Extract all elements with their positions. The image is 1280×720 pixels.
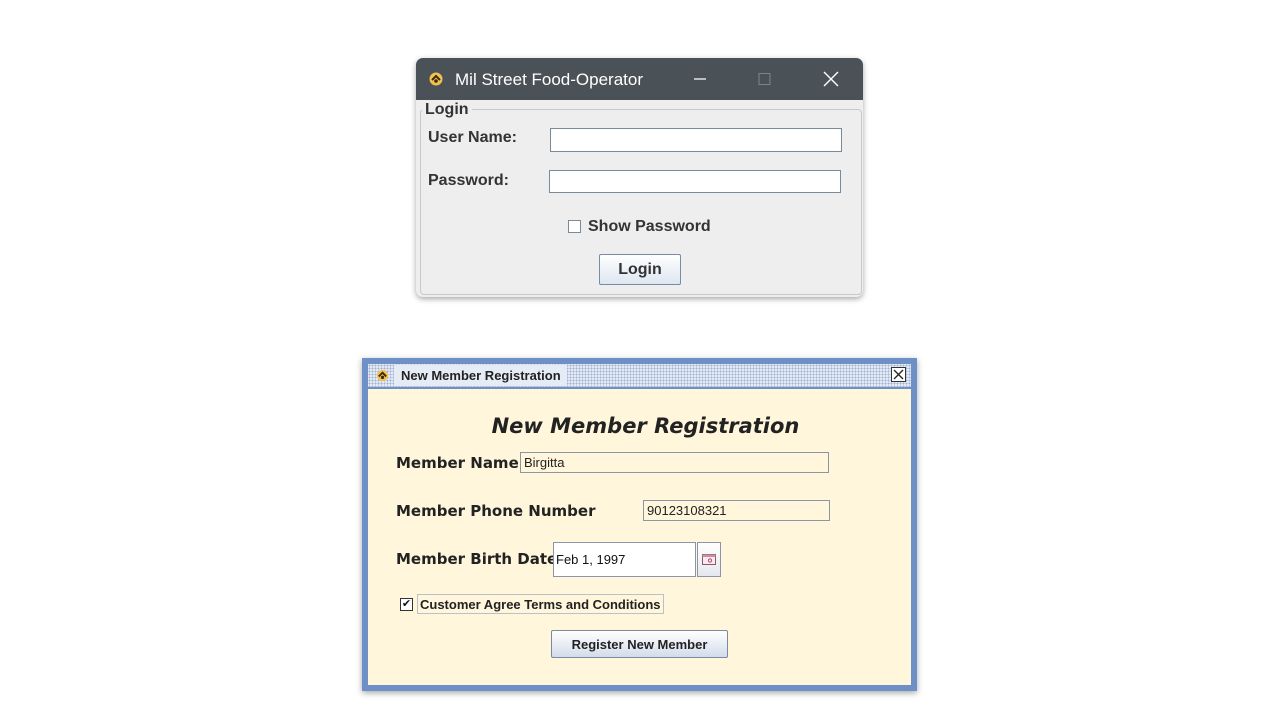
member-name-label: Member Name: [396, 454, 519, 472]
close-icon: [893, 369, 904, 380]
member-name-input[interactable]: Birgitta: [520, 452, 829, 473]
register-new-member-button[interactable]: Register New Member: [551, 630, 728, 658]
login-group-title: Login: [422, 101, 472, 119]
close-button[interactable]: [891, 367, 906, 382]
date-picker-button[interactable]: [697, 542, 721, 577]
username-input[interactable]: [550, 128, 842, 152]
member-birth-date-label: Member Birth Date: [396, 550, 558, 568]
password-label: Password:: [428, 172, 509, 189]
close-icon: [823, 71, 839, 87]
maximize-button: [732, 58, 796, 100]
window-title: Mil Street Food-Operator: [455, 70, 644, 89]
member-phone-input[interactable]: 90123108321: [643, 500, 830, 521]
app-icon: [429, 72, 443, 91]
agree-terms-checkbox[interactable]: ✔: [400, 598, 413, 611]
registration-titlebar[interactable]: New Member Registration: [368, 364, 911, 387]
login-titlebar[interactable]: Mil Street Food-Operator: [416, 58, 863, 100]
maximize-icon: [758, 73, 771, 85]
registration-form: New Member Registration Member Name Birg…: [368, 389, 911, 685]
calendar-icon: [702, 554, 716, 565]
username-label: User Name:: [428, 129, 517, 146]
registration-window: New Member Registration New Member Regis…: [362, 358, 917, 691]
birth-date-input[interactable]: Feb 1, 1997: [553, 542, 696, 577]
show-password-checkbox[interactable]: [568, 220, 581, 233]
show-password-label[interactable]: Show Password: [588, 218, 711, 236]
close-button[interactable]: [799, 58, 863, 100]
login-window: Mil Street Food-Operator Login User Name…: [416, 58, 863, 297]
agree-terms-label[interactable]: Customer Agree Terms and Conditions: [417, 594, 664, 614]
app-icon: [376, 369, 389, 387]
password-input[interactable]: [549, 170, 841, 193]
window-title: New Member Registration: [394, 365, 567, 386]
login-button[interactable]: Login: [599, 254, 681, 285]
minimize-icon: [694, 78, 706, 80]
minimize-button[interactable]: [668, 58, 732, 100]
member-phone-label: Member Phone Number: [396, 502, 596, 520]
form-heading: New Member Registration: [491, 414, 800, 438]
